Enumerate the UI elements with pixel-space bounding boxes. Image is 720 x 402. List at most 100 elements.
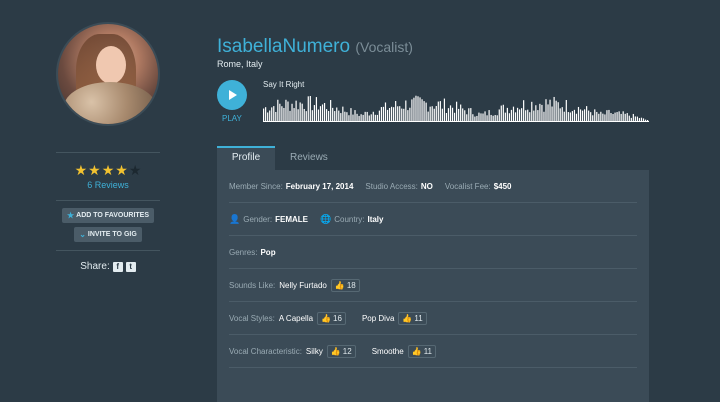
waveform-bar <box>330 100 332 121</box>
waveform-bar <box>311 110 313 121</box>
waveform-bar <box>592 115 594 121</box>
waveform-bar <box>453 112 456 121</box>
star-icon: ★ <box>74 162 88 178</box>
waveform-baseline <box>263 121 649 122</box>
waveform[interactable] <box>263 92 649 122</box>
waveform-bar <box>518 109 521 121</box>
waveform-bar <box>370 114 372 121</box>
waveform-bar <box>571 111 573 121</box>
waveform-bar <box>579 109 582 121</box>
waveform-bar <box>445 113 448 121</box>
waveform-bar <box>630 117 632 121</box>
play-button[interactable] <box>217 80 247 110</box>
waveform-bar <box>273 106 275 121</box>
waveform-bar <box>545 99 547 121</box>
waveform-bar <box>340 113 342 121</box>
waveform-bar <box>390 106 393 121</box>
waveform-bar <box>419 97 421 121</box>
waveform-bar <box>301 103 303 121</box>
waveform-bar <box>484 111 486 121</box>
waveform-bar <box>480 113 482 121</box>
vocalist-fee-value: $450 <box>493 181 512 191</box>
waveform-bar <box>299 102 301 121</box>
waveform-bar <box>500 105 502 121</box>
waveform-bar <box>508 113 511 121</box>
reviews-link[interactable]: 6 Reviews <box>87 180 129 190</box>
like-button[interactable]: 👍 11 <box>398 311 427 325</box>
waveform-bar <box>563 111 565 121</box>
waveform-bar <box>612 114 614 121</box>
facebook-icon[interactable]: f <box>112 261 123 272</box>
vocal-styles-label: Vocal Styles: <box>229 313 275 323</box>
like-button[interactable]: 👍 18 <box>330 278 360 292</box>
profile-name: IsabellaNumero <box>217 36 351 57</box>
waveform-bar <box>356 113 358 121</box>
waveform-bar <box>514 112 517 121</box>
tab-profile[interactable]: Profile <box>217 146 275 170</box>
sounds-like-label: Sounds Like: <box>229 280 276 290</box>
waveform-bar <box>395 101 397 121</box>
waveform-bar <box>460 104 462 121</box>
waveform-bar <box>604 114 606 121</box>
sidebar-divider <box>56 200 160 201</box>
waveform-bar <box>397 106 399 121</box>
waveform-bar <box>441 108 443 121</box>
waveform-bar <box>472 114 474 121</box>
share-label: Share: <box>80 261 110 272</box>
waveform-bar <box>401 108 403 121</box>
thumbs-up-icon: 👍 <box>402 313 413 323</box>
like-button[interactable]: 👍 11 <box>407 344 436 358</box>
waveform-bar <box>464 110 466 121</box>
waveform-bar <box>581 110 584 121</box>
waveform-bar <box>433 108 435 121</box>
waveform-bar <box>323 102 326 121</box>
chevron-down-icon: ⌄ <box>79 230 86 239</box>
profile-details-panel: Member Since: February 17, 2014 Studio A… <box>217 170 649 402</box>
play-label[interactable]: PLAY <box>222 114 242 123</box>
waveform-bar <box>640 117 643 121</box>
like-button[interactable]: 👍 12 <box>326 344 356 358</box>
track-title: Say It Right <box>263 80 305 89</box>
avatar <box>56 22 160 126</box>
twitter-icon[interactable]: t <box>125 261 136 272</box>
waveform-bar <box>573 109 576 121</box>
waveform-bar <box>606 110 608 121</box>
member-since-value: February 17, 2014 <box>285 181 354 191</box>
waveform-bar <box>307 96 309 121</box>
vocal-characteristic-name: Silky <box>305 346 323 356</box>
waveform-bar <box>642 118 645 121</box>
waveform-bar <box>425 102 427 121</box>
waveform-bar <box>541 104 543 121</box>
waveform-bar <box>482 113 484 121</box>
sounds-like-name: Nelly Furtado <box>279 280 327 290</box>
audio-player: PLAY Say It Right <box>217 80 649 130</box>
waveform-bar <box>431 106 433 121</box>
waveform-bar <box>315 97 318 121</box>
waveform-bar <box>287 101 289 121</box>
waveform-bar <box>267 112 269 121</box>
invite-to-gig-label: INVITE TO GIG <box>87 231 137 238</box>
details-row-vocal-characteristic: Vocal Characteristic: Silky 👍 12 Smoothe… <box>229 335 637 368</box>
thumbs-up-icon: 👍 <box>321 313 332 323</box>
waveform-bar <box>470 108 472 121</box>
waveform-bar <box>624 113 626 121</box>
star-rating: ★ ★ ★ ★ ★ <box>75 163 142 177</box>
waveform-bar <box>565 100 567 121</box>
waveform-bar <box>409 107 411 121</box>
waveform-bar <box>271 107 273 121</box>
waveform-bar <box>411 99 413 121</box>
invite-to-gig-button[interactable]: ⌄ INVITE TO GIG <box>74 227 142 242</box>
star-icon: ★ <box>101 162 115 178</box>
waveform-bar <box>303 108 305 121</box>
waveform-bar <box>279 103 281 121</box>
waveform-bar <box>506 107 508 121</box>
add-to-favourites-button[interactable]: ★ ADD TO FAVOURITES <box>61 208 155 223</box>
member-since-label: Member Since: <box>229 181 283 191</box>
waveform-bar <box>608 109 610 121</box>
waveform-bar <box>590 112 592 121</box>
like-button[interactable]: 👍 16 <box>317 311 346 325</box>
tab-reviews[interactable]: Reviews <box>275 146 342 170</box>
waveform-bar <box>364 111 366 121</box>
waveform-bar <box>549 99 551 121</box>
profile-heading: IsabellaNumero (Vocalist) <box>217 36 649 58</box>
